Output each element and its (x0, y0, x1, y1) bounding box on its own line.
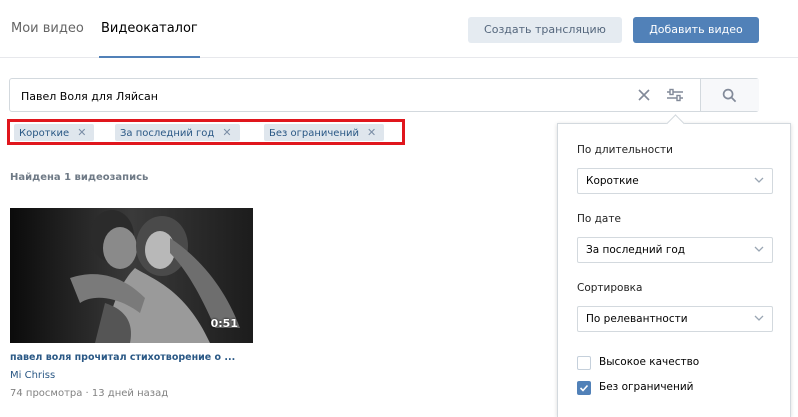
date-filter-label: По дате (577, 213, 621, 225)
chip-label: Короткие (19, 128, 70, 139)
video-author[interactable]: Mi Chriss (10, 370, 55, 381)
chevron-down-icon (754, 315, 764, 321)
results-count: Найдена 1 видеозапись (10, 172, 149, 183)
chip-duration[interactable]: Короткие ✕ (14, 124, 95, 141)
header-tabs: Мои видео Видеокаталог Создать трансляци… (0, 0, 798, 58)
filter-panel: По длительности Короткие По дате За посл… (557, 123, 791, 417)
duration-filter-label: По длительности (577, 144, 673, 156)
hq-checkbox-label[interactable]: Высокое качество (599, 356, 699, 368)
duration-select[interactable]: Короткие (577, 168, 773, 194)
video-duration: 0:51 (210, 317, 238, 330)
video-thumbnail[interactable]: 0:51 (10, 208, 253, 343)
hq-checkbox[interactable] (577, 356, 591, 370)
unsafe-checkbox-label[interactable]: Без ограничений (599, 381, 694, 393)
checkmark-icon (579, 384, 589, 392)
clear-icon[interactable] (637, 88, 651, 102)
date-select-value: За последний год (586, 244, 686, 256)
search-input[interactable] (21, 87, 611, 105)
chip-label: Без ограничений (269, 128, 359, 139)
search-button[interactable] (700, 79, 759, 111)
chevron-down-icon (754, 246, 764, 252)
video-page: Мои видео Видеокаталог Создать трансляци… (0, 0, 798, 417)
sort-filter-label: Сортировка (577, 282, 643, 294)
unsafe-checkbox[interactable] (577, 381, 591, 395)
video-meta: 74 просмотра · 13 дней назад (10, 388, 169, 399)
tab-video-catalog[interactable]: Видеокаталог (99, 0, 200, 58)
date-select[interactable]: За последний год (577, 237, 773, 263)
sort-select-value: По релевантности (586, 313, 688, 325)
tab-my-videos[interactable]: Мои видео (11, 0, 84, 57)
video-title[interactable]: павел воля прочитал стихотворение о ... (10, 352, 235, 363)
filter-settings-icon[interactable] (666, 88, 684, 102)
chip-unsafe[interactable]: Без ограничений ✕ (264, 124, 385, 141)
chevron-down-icon (754, 177, 764, 183)
remove-chip-icon[interactable]: ✕ (222, 124, 231, 141)
duration-select-value: Короткие (586, 175, 639, 187)
remove-chip-icon[interactable]: ✕ (77, 124, 86, 141)
add-video-button[interactable]: Добавить видео (633, 17, 759, 43)
chip-date[interactable]: За последний год ✕ (115, 124, 240, 141)
remove-chip-icon[interactable]: ✕ (367, 124, 376, 141)
search-bar (9, 78, 759, 112)
search-icon (722, 88, 737, 103)
create-stream-button[interactable]: Создать трансляцию (468, 17, 622, 43)
chip-label: За последний год (120, 128, 215, 139)
sort-select[interactable]: По релевантности (577, 306, 773, 332)
